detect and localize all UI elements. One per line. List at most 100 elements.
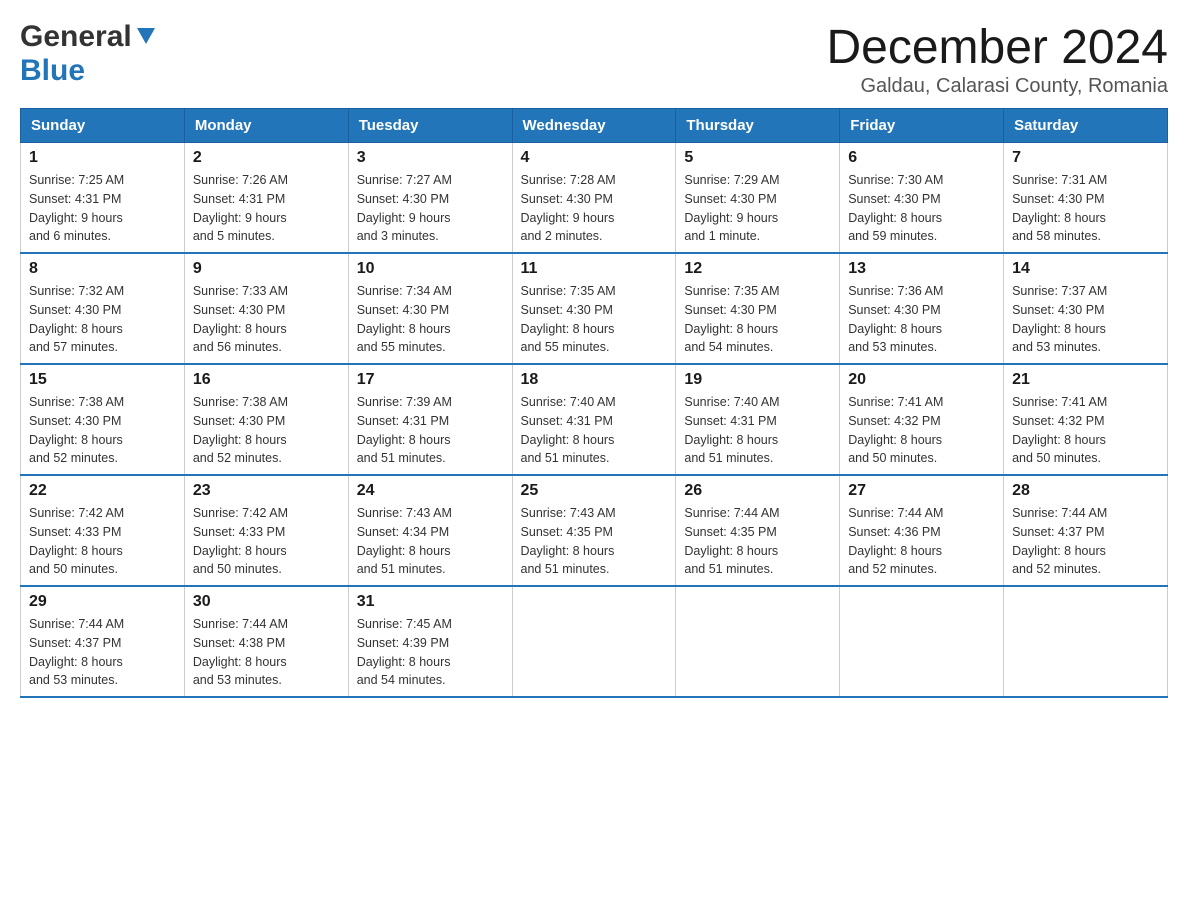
day-info: Sunrise: 7:42 AMSunset: 4:33 PMDaylight:… (193, 504, 340, 579)
calendar-cell: 7 Sunrise: 7:31 AMSunset: 4:30 PMDaylight… (1004, 143, 1168, 254)
day-info: Sunrise: 7:29 AMSunset: 4:30 PMDaylight:… (684, 171, 831, 246)
day-info: Sunrise: 7:31 AMSunset: 4:30 PMDaylight:… (1012, 171, 1159, 246)
calendar-cell (676, 586, 840, 697)
calendar-body: 1 Sunrise: 7:25 AMSunset: 4:31 PMDaylight… (21, 143, 1168, 698)
logo: General Blue (20, 20, 157, 88)
day-info: Sunrise: 7:39 AMSunset: 4:31 PMDaylight:… (357, 393, 504, 468)
day-info: Sunrise: 7:38 AMSunset: 4:30 PMDaylight:… (29, 393, 176, 468)
day-info: Sunrise: 7:43 AMSunset: 4:35 PMDaylight:… (521, 504, 668, 579)
day-number: 8 (29, 260, 176, 278)
calendar-cell: 25 Sunrise: 7:43 AMSunset: 4:35 PMDayligh… (512, 475, 676, 586)
day-number: 2 (193, 149, 340, 167)
day-of-week-header: Saturday (1004, 109, 1168, 143)
logo-blue-text: Blue (20, 54, 85, 87)
logo-general-text: General (20, 20, 132, 54)
day-info: Sunrise: 7:30 AMSunset: 4:30 PMDaylight:… (848, 171, 995, 246)
day-info: Sunrise: 7:25 AMSunset: 4:31 PMDaylight:… (29, 171, 176, 246)
calendar-cell: 2Sunrise: 7:26 AMSunset: 4:31 PMDaylight… (184, 143, 348, 254)
day-number: 9 (193, 260, 340, 278)
day-info: Sunrise: 7:34 AMSunset: 4:30 PMDaylight:… (357, 282, 504, 357)
day-of-week-header: Wednesday (512, 109, 676, 143)
day-info: Sunrise: 7:27 AMSunset: 4:30 PMDaylight:… (357, 171, 504, 246)
day-info: Sunrise: 7:37 AMSunset: 4:30 PMDaylight:… (1012, 282, 1159, 357)
day-info: Sunrise: 7:32 AMSunset: 4:30 PMDaylight:… (29, 282, 176, 357)
day-number: 4 (521, 149, 668, 167)
day-number: 30 (193, 593, 340, 611)
day-number: 29 (29, 593, 176, 611)
calendar-cell: 1 Sunrise: 7:25 AMSunset: 4:31 PMDaylight… (21, 143, 185, 254)
day-number: 31 (357, 593, 504, 611)
day-info: Sunrise: 7:35 AMSunset: 4:30 PMDaylight:… (521, 282, 668, 357)
calendar-week-row: 29 Sunrise: 7:44 AMSunset: 4:37 PMDayligh… (21, 586, 1168, 697)
day-number: 3 (357, 149, 504, 167)
day-number: 12 (684, 260, 831, 278)
calendar-cell: 4 Sunrise: 7:28 AMSunset: 4:30 PMDaylight… (512, 143, 676, 254)
day-number: 5 (684, 149, 831, 167)
calendar-week-row: 8 Sunrise: 7:32 AMSunset: 4:30 PMDaylight… (21, 253, 1168, 364)
day-of-week-header: Thursday (676, 109, 840, 143)
calendar-cell: 23 Sunrise: 7:42 AMSunset: 4:33 PMDayligh… (184, 475, 348, 586)
day-of-week-header: Monday (184, 109, 348, 143)
calendar-cell: 21Sunrise: 7:41 AMSunset: 4:32 PMDayligh… (1004, 364, 1168, 475)
day-info: Sunrise: 7:44 AMSunset: 4:38 PMDaylight:… (193, 615, 340, 690)
calendar-cell: 18Sunrise: 7:40 AMSunset: 4:31 PMDayligh… (512, 364, 676, 475)
calendar-cell: 3 Sunrise: 7:27 AMSunset: 4:30 PMDaylight… (348, 143, 512, 254)
calendar-cell: 26Sunrise: 7:44 AMSunset: 4:35 PMDayligh… (676, 475, 840, 586)
calendar-cell: 15Sunrise: 7:38 AMSunset: 4:30 PMDayligh… (21, 364, 185, 475)
calendar-cell: 22 Sunrise: 7:42 AMSunset: 4:33 PMDayligh… (21, 475, 185, 586)
calendar-cell: 10 Sunrise: 7:34 AMSunset: 4:30 PMDayligh… (348, 253, 512, 364)
calendar-cell: 14 Sunrise: 7:37 AMSunset: 4:30 PMDayligh… (1004, 253, 1168, 364)
day-info: Sunrise: 7:33 AMSunset: 4:30 PMDaylight:… (193, 282, 340, 357)
calendar-cell: 11 Sunrise: 7:35 AMSunset: 4:30 PMDayligh… (512, 253, 676, 364)
calendar-cell: 31 Sunrise: 7:45 AMSunset: 4:39 PMDayligh… (348, 586, 512, 697)
day-info: Sunrise: 7:42 AMSunset: 4:33 PMDaylight:… (29, 504, 176, 579)
day-number: 11 (521, 260, 668, 278)
day-number: 19 (684, 371, 831, 389)
day-info: Sunrise: 7:41 AMSunset: 4:32 PMDaylight:… (848, 393, 995, 468)
calendar-cell: 19 Sunrise: 7:40 AMSunset: 4:31 PMDayligh… (676, 364, 840, 475)
day-number: 1 (29, 149, 176, 167)
page-header: General Blue December 2024 Galdau, Calar… (20, 20, 1168, 98)
day-number: 24 (357, 482, 504, 500)
calendar-cell (512, 586, 676, 697)
calendar-cell: 24Sunrise: 7:43 AMSunset: 4:34 PMDayligh… (348, 475, 512, 586)
day-number: 10 (357, 260, 504, 278)
calendar-cell: 28Sunrise: 7:44 AMSunset: 4:37 PMDayligh… (1004, 475, 1168, 586)
day-of-week-header: Friday (840, 109, 1004, 143)
calendar-cell: 5 Sunrise: 7:29 AMSunset: 4:30 PMDaylight… (676, 143, 840, 254)
day-number: 14 (1012, 260, 1159, 278)
day-number: 28 (1012, 482, 1159, 500)
calendar-cell (1004, 586, 1168, 697)
day-number: 7 (1012, 149, 1159, 167)
calendar-cell: 12 Sunrise: 7:35 AMSunset: 4:30 PMDayligh… (676, 253, 840, 364)
calendar-cell: 9 Sunrise: 7:33 AMSunset: 4:30 PMDaylight… (184, 253, 348, 364)
calendar-cell: 20 Sunrise: 7:41 AMSunset: 4:32 PMDayligh… (840, 364, 1004, 475)
day-info: Sunrise: 7:36 AMSunset: 4:30 PMDaylight:… (848, 282, 995, 357)
day-info: Sunrise: 7:28 AMSunset: 4:30 PMDaylight:… (521, 171, 668, 246)
day-info: Sunrise: 7:35 AMSunset: 4:30 PMDaylight:… (684, 282, 831, 357)
day-number: 23 (193, 482, 340, 500)
day-number: 22 (29, 482, 176, 500)
day-number: 20 (848, 371, 995, 389)
calendar-table: SundayMondayTuesdayWednesdayThursdayFrid… (20, 108, 1168, 698)
day-info: Sunrise: 7:45 AMSunset: 4:39 PMDaylight:… (357, 615, 504, 690)
calendar-week-row: 1 Sunrise: 7:25 AMSunset: 4:31 PMDaylight… (21, 143, 1168, 254)
day-number: 16 (193, 371, 340, 389)
calendar-cell: 8 Sunrise: 7:32 AMSunset: 4:30 PMDaylight… (21, 253, 185, 364)
day-info: Sunrise: 7:44 AMSunset: 4:36 PMDaylight:… (848, 504, 995, 579)
day-info: Sunrise: 7:38 AMSunset: 4:30 PMDaylight:… (193, 393, 340, 468)
day-number: 17 (357, 371, 504, 389)
calendar-cell (840, 586, 1004, 697)
calendar-cell: 29 Sunrise: 7:44 AMSunset: 4:37 PMDayligh… (21, 586, 185, 697)
location-subtitle: Galdau, Calarasi County, Romania (826, 75, 1168, 98)
day-info: Sunrise: 7:44 AMSunset: 4:37 PMDaylight:… (29, 615, 176, 690)
calendar-week-row: 15Sunrise: 7:38 AMSunset: 4:30 PMDayligh… (21, 364, 1168, 475)
calendar-cell: 27 Sunrise: 7:44 AMSunset: 4:36 PMDayligh… (840, 475, 1004, 586)
calendar-cell: 17 Sunrise: 7:39 AMSunset: 4:31 PMDayligh… (348, 364, 512, 475)
day-number: 27 (848, 482, 995, 500)
day-info: Sunrise: 7:40 AMSunset: 4:31 PMDaylight:… (684, 393, 831, 468)
day-number: 18 (521, 371, 668, 389)
day-number: 25 (521, 482, 668, 500)
month-year-title: December 2024 (826, 20, 1168, 75)
calendar-header: SundayMondayTuesdayWednesdayThursdayFrid… (21, 109, 1168, 143)
